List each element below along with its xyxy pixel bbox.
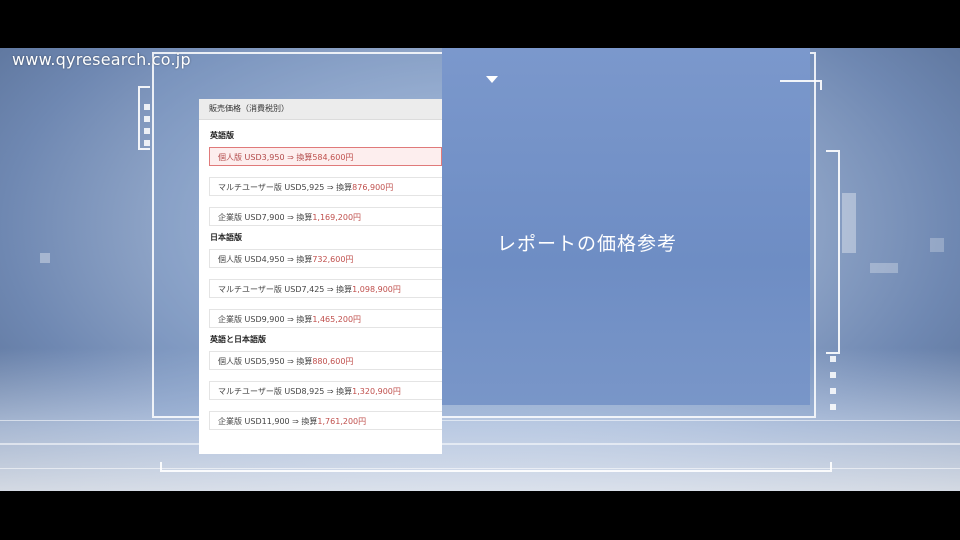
price-option-yen: 1,098,900円 [352,285,401,294]
price-option-label: 個人版 USD4,950 ⇒ 換算 [218,255,313,264]
frame-tick [144,116,150,122]
price-section: 英語版 個人版 USD3,950 ⇒ 換算584,600円 マルチユーザー版 USD… [199,120,442,226]
price-option-label: 企業版 USD11,900 ⇒ 換算 [218,417,318,426]
price-option-yen: 1,465,200円 [312,315,362,324]
price-option[interactable]: マルチユーザー版 USD8,925 ⇒ 換算1,320,900円 [209,381,442,400]
frame-tick [830,356,836,362]
letterbox-top [0,0,960,48]
price-option-label: マルチユーザー版 USD5,925 ⇒ 換算 [218,183,353,192]
title-area-background [442,48,810,405]
price-option[interactable]: 個人版 USD3,950 ⇒ 換算584,600円 [209,147,442,166]
price-option-yen: 1,761,200円 [317,417,367,426]
panel-header: 販売価格（消費税別） [199,99,442,120]
price-option-label: 個人版 USD5,950 ⇒ 換算 [218,357,313,366]
section-title: 英語版 [210,131,234,140]
price-option[interactable]: 個人版 USD5,950 ⇒ 換算880,600円 [209,351,442,370]
floor-line [0,443,960,445]
frame-bracket [826,150,840,354]
frame-tick [830,372,836,378]
light-streak [842,193,856,253]
price-sections: 英語版 個人版 USD3,950 ⇒ 換算584,600円 マルチユーザー版 USD… [199,120,442,430]
price-option-yen: 1,320,900円 [352,387,401,396]
price-option-yen: 876,900円 [352,183,394,192]
frame-tick [830,388,836,394]
price-option[interactable]: 企業版 USD7,900 ⇒ 換算1,169,200円 [209,207,442,226]
light-block [930,238,944,252]
price-option[interactable]: 個人版 USD4,950 ⇒ 換算732,600円 [209,249,442,268]
light-block [40,253,50,263]
letterbox-bottom [0,491,960,540]
frame-tick [144,140,150,146]
frame-tick [144,128,150,134]
section-title: 日本語版 [210,233,242,242]
frame-tick [144,104,150,110]
price-option[interactable]: 企業版 USD11,900 ⇒ 換算1,761,200円 [209,411,442,430]
price-option-yen: 732,600円 [312,255,354,264]
section-title: 英語と日本語版 [210,335,266,344]
price-section: 日本語版 個人版 USD4,950 ⇒ 換算732,600円 マルチユーザー版 US… [199,226,442,328]
price-option-yen: 1,169,200円 [312,213,362,222]
price-option[interactable]: 企業版 USD9,900 ⇒ 換算1,465,200円 [209,309,442,328]
price-option[interactable]: マルチユーザー版 USD5,925 ⇒ 換算876,900円 [209,177,442,196]
price-option-label: 企業版 USD9,900 ⇒ 換算 [218,315,313,324]
price-option-label: 企業版 USD7,900 ⇒ 換算 [218,213,313,222]
frame-tick [830,404,836,410]
price-option[interactable]: マルチユーザー版 USD7,425 ⇒ 換算1,098,900円 [209,279,442,298]
floor-line [0,420,960,421]
site-watermark: www.qyresearch.co.jp [12,50,191,69]
price-option-yen: 880,600円 [312,357,354,366]
price-panel: 販売価格（消費税別） 英語版 個人版 USD3,950 ⇒ 換算584,600円マ… [199,99,442,454]
triangle-marker-icon [486,76,498,83]
price-option-label: マルチユーザー版 USD8,925 ⇒ 換算 [218,387,353,396]
price-option-yen: 584,600円 [312,153,354,162]
price-option-label: マルチユーザー版 USD7,425 ⇒ 換算 [218,285,353,294]
light-block [870,263,898,273]
frame-bracket [160,462,832,472]
slide-title: レポートの価格参考 [497,233,678,255]
price-option-label: 個人版 USD3,950 ⇒ 換算 [218,153,313,162]
price-section: 英語と日本語版 個人版 USD5,950 ⇒ 換算880,600円 マルチユーザー版… [199,328,442,430]
frame-bracket [780,80,822,90]
